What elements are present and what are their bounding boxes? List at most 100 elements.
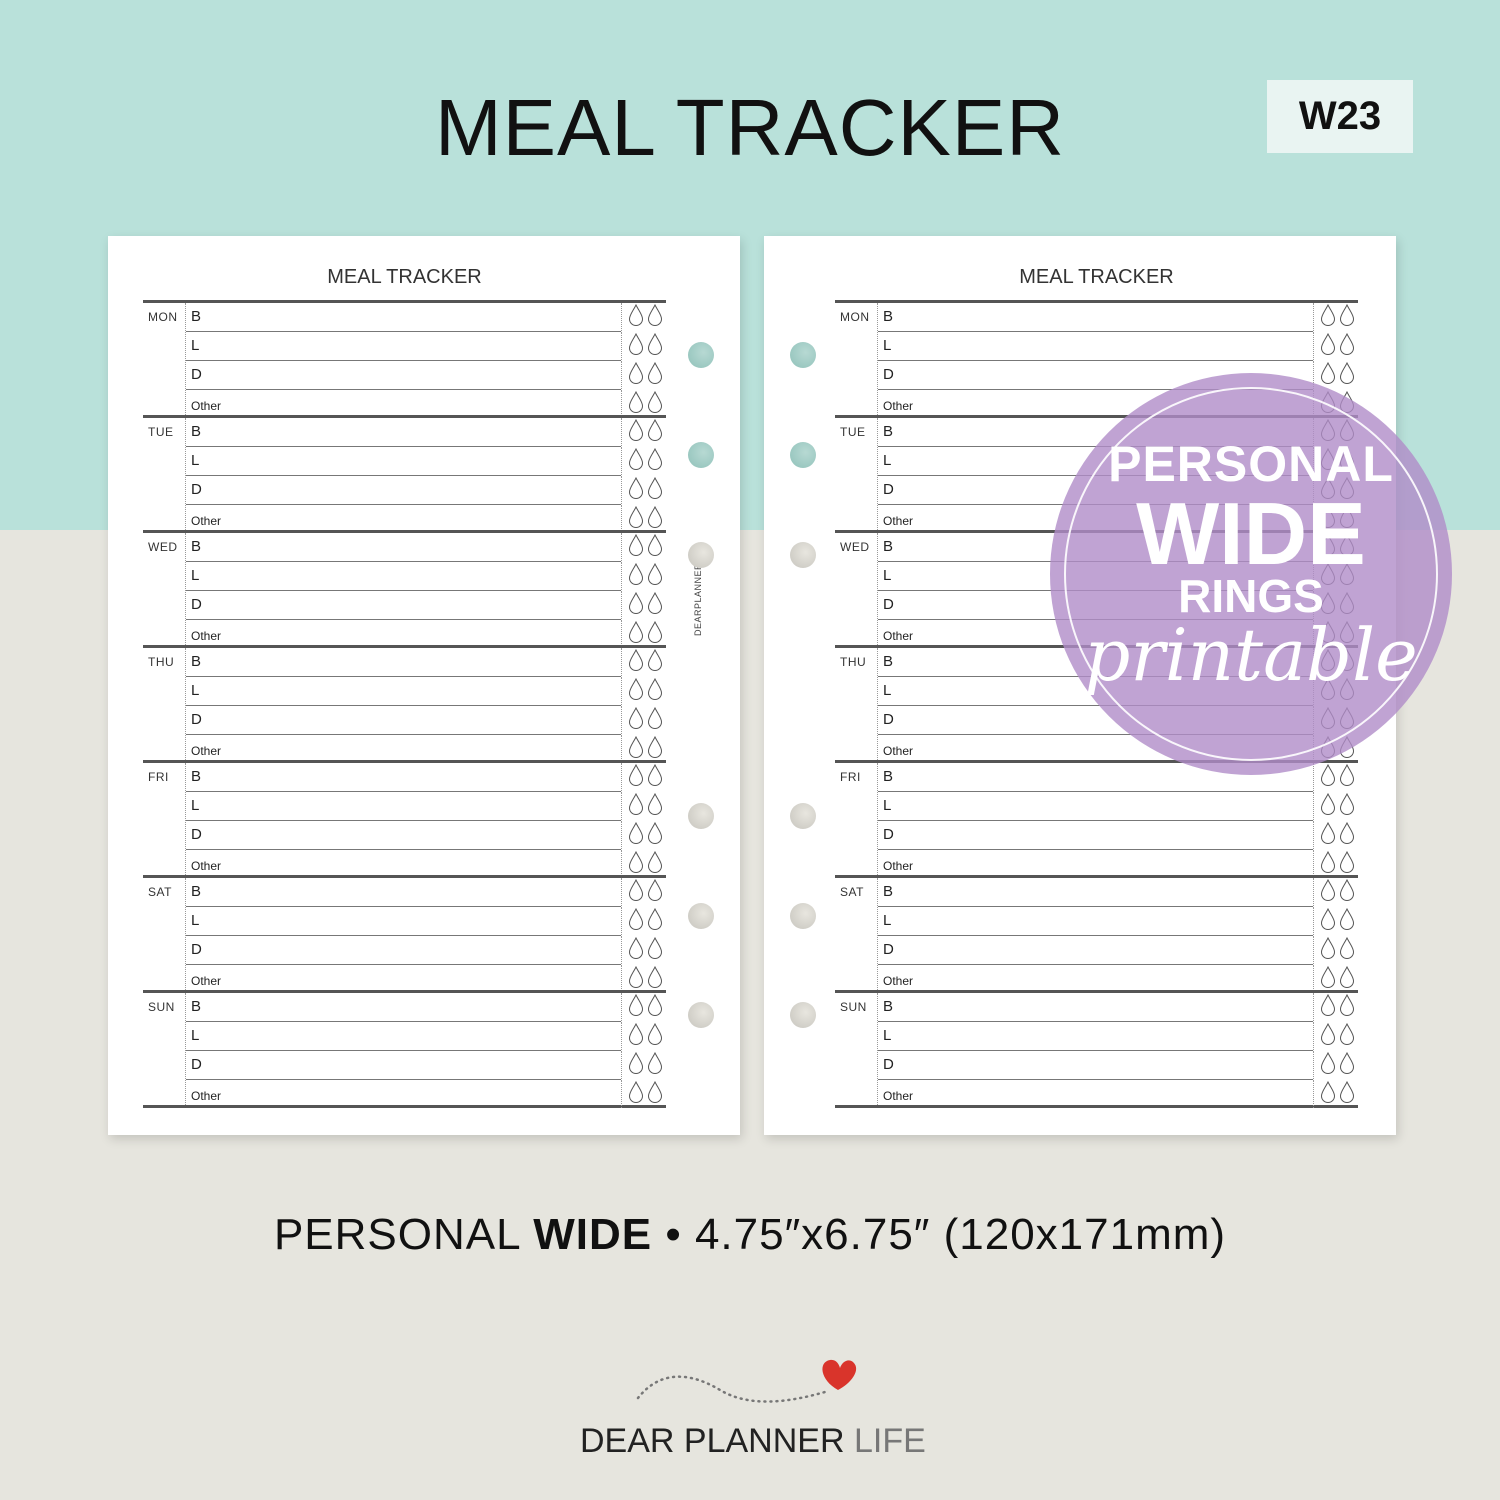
water-drop-icon[interactable]: [628, 447, 644, 475]
water-drop-icon[interactable]: [1320, 361, 1336, 389]
meal-row[interactable]: Other: [878, 965, 1354, 993]
meal-row[interactable]: L: [186, 1022, 662, 1051]
water-drop-icon[interactable]: [628, 418, 644, 446]
water-drop-icon[interactable]: [647, 706, 663, 734]
meal-row[interactable]: L: [878, 332, 1354, 361]
water-drop-icon[interactable]: [647, 1022, 663, 1050]
water-drop-icon[interactable]: [647, 620, 663, 648]
water-drop-icon[interactable]: [628, 620, 644, 648]
water-drop-icon[interactable]: [628, 706, 644, 734]
meal-row[interactable]: L: [186, 907, 662, 936]
water-drop-icon[interactable]: [628, 735, 644, 763]
water-drop-icon[interactable]: [1320, 1051, 1336, 1079]
meal-row[interactable]: L: [878, 1022, 1354, 1051]
meal-row[interactable]: D: [878, 1051, 1354, 1080]
water-drop-icon[interactable]: [628, 907, 644, 935]
water-drop-icon[interactable]: [628, 505, 644, 533]
meal-row[interactable]: D: [186, 1051, 662, 1080]
meal-row[interactable]: D: [186, 591, 662, 620]
water-drop-icon[interactable]: [1339, 821, 1355, 849]
meal-row[interactable]: D: [186, 476, 662, 505]
water-drop-icon[interactable]: [647, 332, 663, 360]
water-drop-icon[interactable]: [647, 850, 663, 878]
water-drop-icon[interactable]: [647, 821, 663, 849]
meal-row[interactable]: Other: [878, 850, 1354, 878]
water-drop-icon[interactable]: [1320, 763, 1336, 791]
water-drop-icon[interactable]: [647, 533, 663, 561]
meal-row[interactable]: B: [186, 878, 662, 907]
meal-row[interactable]: Other: [186, 1080, 662, 1108]
meal-row[interactable]: B: [186, 648, 662, 677]
water-drop-icon[interactable]: [1339, 792, 1355, 820]
meal-row[interactable]: L: [186, 677, 662, 706]
water-drop-icon[interactable]: [628, 1051, 644, 1079]
water-drop-icon[interactable]: [628, 591, 644, 619]
meal-row[interactable]: L: [878, 907, 1354, 936]
meal-row[interactable]: B: [186, 993, 662, 1022]
water-drop-icon[interactable]: [628, 878, 644, 906]
water-drop-icon[interactable]: [628, 303, 644, 331]
water-drop-icon[interactable]: [628, 821, 644, 849]
water-drop-icon[interactable]: [1320, 1022, 1336, 1050]
water-drop-icon[interactable]: [1320, 965, 1336, 993]
meal-row[interactable]: L: [186, 332, 662, 361]
meal-row[interactable]: Other: [878, 1080, 1354, 1108]
water-drop-icon[interactable]: [628, 965, 644, 993]
meal-row[interactable]: L: [878, 792, 1354, 821]
meal-row[interactable]: D: [186, 361, 662, 390]
water-drop-icon[interactable]: [628, 850, 644, 878]
meal-row[interactable]: Other: [186, 620, 662, 648]
water-drop-icon[interactable]: [647, 878, 663, 906]
water-drop-icon[interactable]: [628, 332, 644, 360]
water-drop-icon[interactable]: [647, 763, 663, 791]
water-drop-icon[interactable]: [628, 936, 644, 964]
water-drop-icon[interactable]: [1339, 1051, 1355, 1079]
water-drop-icon[interactable]: [628, 648, 644, 676]
water-drop-icon[interactable]: [1339, 303, 1355, 331]
water-drop-icon[interactable]: [1339, 907, 1355, 935]
water-drop-icon[interactable]: [1320, 303, 1336, 331]
water-drop-icon[interactable]: [647, 476, 663, 504]
water-drop-icon[interactable]: [1320, 821, 1336, 849]
meal-row[interactable]: Other: [186, 965, 662, 993]
meal-row[interactable]: Other: [186, 505, 662, 533]
meal-row[interactable]: D: [186, 706, 662, 735]
water-drop-icon[interactable]: [1320, 850, 1336, 878]
water-drop-icon[interactable]: [1320, 792, 1336, 820]
meal-row[interactable]: D: [878, 936, 1354, 965]
meal-row[interactable]: D: [186, 936, 662, 965]
water-drop-icon[interactable]: [628, 677, 644, 705]
water-drop-icon[interactable]: [647, 591, 663, 619]
water-drop-icon[interactable]: [647, 648, 663, 676]
water-drop-icon[interactable]: [1320, 878, 1336, 906]
water-drop-icon[interactable]: [1339, 1080, 1355, 1108]
meal-row[interactable]: B: [878, 993, 1354, 1022]
water-drop-icon[interactable]: [647, 361, 663, 389]
meal-row[interactable]: L: [186, 447, 662, 476]
water-drop-icon[interactable]: [628, 390, 644, 418]
meal-row[interactable]: B: [186, 303, 662, 332]
water-drop-icon[interactable]: [647, 505, 663, 533]
water-drop-icon[interactable]: [647, 936, 663, 964]
meal-row[interactable]: B: [186, 418, 662, 447]
meal-row[interactable]: Other: [186, 850, 662, 878]
meal-row[interactable]: L: [186, 562, 662, 591]
water-drop-icon[interactable]: [647, 1051, 663, 1079]
water-drop-icon[interactable]: [1339, 1022, 1355, 1050]
meal-row[interactable]: B: [878, 878, 1354, 907]
water-drop-icon[interactable]: [647, 418, 663, 446]
water-drop-icon[interactable]: [1339, 763, 1355, 791]
water-drop-icon[interactable]: [628, 476, 644, 504]
water-drop-icon[interactable]: [1339, 850, 1355, 878]
water-drop-icon[interactable]: [647, 735, 663, 763]
water-drop-icon[interactable]: [647, 1080, 663, 1108]
water-drop-icon[interactable]: [1320, 907, 1336, 935]
water-drop-icon[interactable]: [1320, 332, 1336, 360]
water-drop-icon[interactable]: [647, 993, 663, 1021]
meal-row[interactable]: B: [186, 533, 662, 562]
water-drop-icon[interactable]: [647, 792, 663, 820]
meal-row[interactable]: Other: [186, 390, 662, 418]
meal-row[interactable]: B: [878, 303, 1354, 332]
water-drop-icon[interactable]: [647, 390, 663, 418]
water-drop-icon[interactable]: [628, 361, 644, 389]
